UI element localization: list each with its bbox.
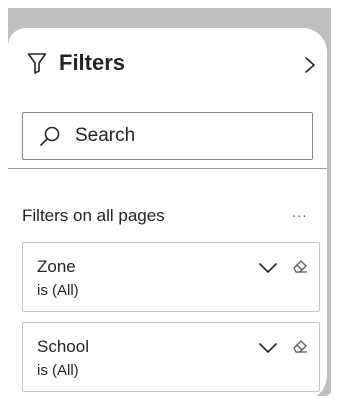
filter-card-school[interactable]: School is (All) <box>22 322 320 392</box>
search-icon <box>40 126 60 146</box>
chevron-down-icon[interactable] <box>258 261 278 275</box>
filter-icon <box>27 53 47 74</box>
filter-card-state: is (All) <box>37 282 79 299</box>
search-placeholder: Search <box>75 125 136 146</box>
section-title-all-pages: Filters on all pages <box>22 206 165 225</box>
clear-filter-eraser-icon[interactable] <box>291 257 309 275</box>
filters-pane: Filters Search Filters on all pages ... … <box>8 28 327 400</box>
filter-card-title: School <box>37 337 89 356</box>
clear-filter-eraser-icon[interactable] <box>291 337 309 355</box>
more-options-button[interactable]: ... <box>292 204 308 221</box>
filters-pane-header: Filters <box>8 28 327 98</box>
search-input[interactable]: Search <box>22 112 313 160</box>
divider <box>8 168 327 169</box>
filter-card-zone[interactable]: Zone is (All) <box>22 242 320 312</box>
filter-card-state: is (All) <box>37 362 79 379</box>
screenshot-frame: Filters Search Filters on all pages ... … <box>0 0 339 400</box>
collapse-pane-button[interactable] <box>300 54 320 76</box>
pane-title: Filters <box>59 50 126 75</box>
chevron-down-icon[interactable] <box>258 341 278 355</box>
filter-card-title: Zone <box>37 257 76 276</box>
